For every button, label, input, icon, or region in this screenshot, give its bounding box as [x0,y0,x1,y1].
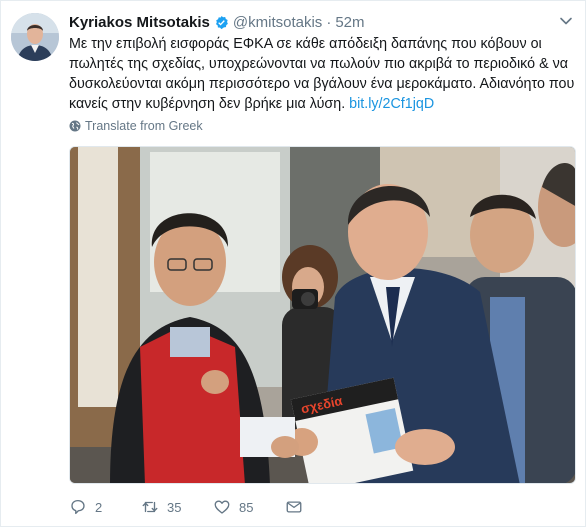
like-count: 85 [239,499,254,515]
direct-message-icon [286,501,302,513]
verified-badge-icon [214,15,229,30]
globe-icon [69,120,81,132]
author-name[interactable]: Kyriakos Mitsotakis [69,14,210,31]
tweet-photo[interactable]: σχεδία [69,146,576,484]
translate-button[interactable]: Translate from Greek [69,119,203,133]
tweet-card: Kyriakos Mitsotakis @kmitsotakis · 52m Μ… [0,0,586,527]
retweet-button[interactable]: 35 [141,498,187,516]
tweet-timestamp[interactable]: 52m [335,14,364,31]
reply-icon [71,499,85,515]
chevron-down-icon[interactable] [559,14,573,28]
reply-count: 2 [95,499,103,515]
tweet-link[interactable]: bit.ly/2Cf1jqD [349,96,434,112]
retweet-icon [142,501,158,513]
separator-dot: · [326,13,332,31]
like-icon [214,500,230,514]
reply-button[interactable]: 2 [69,498,115,516]
avatar[interactable] [11,13,59,61]
tweet-text: Με την επιβολή εισφοράς ΕΦΚΑ σε κάθε από… [69,34,579,114]
author-handle[interactable]: @kmitsotakis [233,14,322,31]
tweet-actions: 2 35 85 [69,496,469,518]
direct-message-button[interactable] [285,498,311,516]
translate-label: Translate from Greek [85,119,203,133]
tweet-body: Με την επιβολή εισφοράς ΕΦΚΑ σε κάθε από… [69,36,575,112]
tweet-header: Kyriakos Mitsotakis @kmitsotakis · 52m [69,12,545,32]
retweet-count: 35 [167,499,182,515]
like-button[interactable]: 85 [213,498,259,516]
